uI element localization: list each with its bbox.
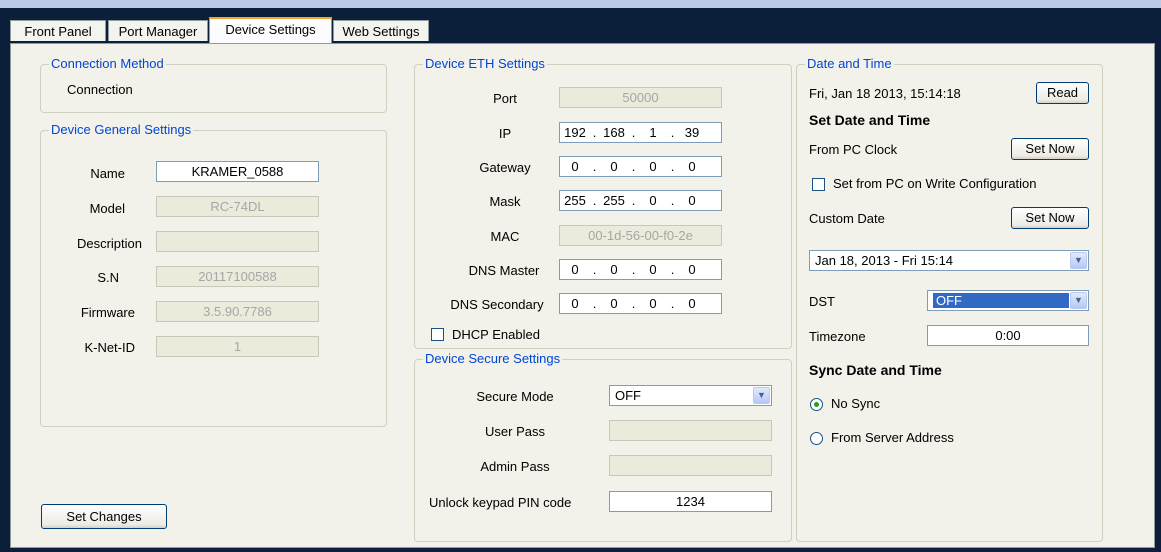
mac-field: 00-1d-56-00-f0-2e (559, 225, 722, 246)
date-time-title: Date and Time (805, 56, 894, 72)
sync-date-time-heading: Sync Date and Time (809, 362, 942, 378)
mask-field[interactable]: 255. 255. 0. 0 (559, 190, 722, 211)
dst-label: DST (809, 294, 835, 309)
knet-id-label: K-Net-ID (84, 340, 135, 355)
mask-octet-3[interactable]: 0 (638, 193, 668, 208)
timezone-field[interactable]: 0:00 (927, 325, 1089, 346)
from-server-radio[interactable] (810, 432, 823, 445)
chevron-down-icon[interactable]: ▼ (1070, 292, 1087, 309)
mask-octet-1[interactable]: 255 (560, 193, 590, 208)
dns-master-octet-3[interactable]: 0 (638, 262, 668, 277)
port-label: Port (493, 91, 517, 106)
set-date-time-heading: Set Date and Time (809, 112, 931, 128)
user-pass-label: User Pass (485, 424, 545, 439)
mask-octet-2[interactable]: 255 (599, 193, 629, 208)
ip-label: IP (498, 126, 512, 141)
dhcp-label: DHCP Enabled (452, 327, 540, 342)
dns-secondary-label: DNS Secondary (450, 297, 544, 312)
gateway-octet-4[interactable]: 0 (677, 159, 707, 174)
tab-web-settings[interactable]: Web Settings (333, 20, 429, 41)
connection-method-group: Connection Method Connection (40, 56, 387, 113)
custom-date-label: Custom Date (809, 211, 885, 226)
dns-master-octet-2[interactable]: 0 (599, 262, 629, 277)
ip-octet-2[interactable]: 168 (599, 125, 629, 140)
ip-octet-1[interactable]: 192 (560, 125, 590, 140)
ip-octet-4[interactable]: 39 (677, 125, 707, 140)
connection-value: Connection (67, 82, 133, 97)
name-field[interactable]: KRAMER_0588 (156, 161, 319, 182)
dns-master-label: DNS Master (468, 263, 540, 278)
description-field (156, 231, 319, 252)
set-changes-button[interactable]: Set Changes (41, 504, 167, 529)
dns-secondary-octet-1[interactable]: 0 (560, 296, 590, 311)
set-on-write-label: Set from PC on Write Configuration (833, 176, 1037, 191)
no-sync-label: No Sync (831, 396, 881, 411)
gateway-field[interactable]: 0. 0. 0. 0 (559, 156, 722, 177)
ip-field[interactable]: 192. 168. 1. 39 (559, 122, 722, 143)
mask-label: Mask (489, 194, 521, 209)
port-field: 50000 (559, 87, 722, 108)
gateway-octet-2[interactable]: 0 (599, 159, 629, 174)
dns-secondary-octet-3[interactable]: 0 (638, 296, 668, 311)
dns-secondary-octet-4[interactable]: 0 (677, 296, 707, 311)
knet-id-field: 1 (156, 336, 319, 357)
tab-port-manager[interactable]: Port Manager (108, 20, 208, 41)
sn-label: S.N (97, 270, 119, 285)
dns-secondary-field[interactable]: 0. 0. 0. 0 (559, 293, 722, 314)
general-settings-title: Device General Settings (49, 122, 194, 138)
current-datetime: Fri, Jan 18 2013, 15:14:18 (809, 86, 961, 101)
device-settings-panel: Connection Method Connection Device Gene… (10, 43, 1155, 548)
dns-secondary-octet-2[interactable]: 0 (599, 296, 629, 311)
timezone-label: Timezone (809, 329, 866, 344)
secure-mode-label: Secure Mode (476, 389, 554, 404)
tab-device-settings[interactable]: Device Settings (209, 17, 332, 43)
from-pc-clock-label: From PC Clock (809, 142, 898, 157)
secure-mode-value: OFF (615, 388, 641, 403)
sn-field: 20117100588 (156, 266, 319, 287)
chevron-down-icon[interactable]: ▼ (753, 387, 770, 404)
pin-label: Unlock keypad PIN code (429, 495, 572, 510)
secure-settings-group: Device Secure Settings Secure Mode OFF ▼… (414, 351, 792, 542)
pin-field[interactable]: 1234 (609, 491, 772, 512)
secure-settings-title: Device Secure Settings (423, 351, 563, 367)
from-server-label: From Server Address (831, 430, 954, 445)
admin-pass-label: Admin Pass (480, 459, 550, 474)
name-label: Name (90, 166, 125, 181)
admin-pass-field (609, 455, 772, 476)
user-pass-field (609, 420, 772, 441)
gateway-label: Gateway (479, 160, 531, 175)
model-field: RC-74DL (156, 196, 319, 217)
date-picker[interactable]: Jan 18, 2013 - Fri 15:14 ▼ (809, 250, 1089, 271)
dst-select[interactable]: OFF ▼ (927, 290, 1089, 311)
dns-master-octet-4[interactable]: 0 (677, 262, 707, 277)
general-settings-group: Device General Settings Name KRAMER_0588… (40, 122, 387, 427)
model-label: Model (89, 201, 125, 216)
gateway-octet-1[interactable]: 0 (560, 159, 590, 174)
calendar-dropdown-icon[interactable]: ▼ (1070, 252, 1087, 269)
connection-method-title: Connection Method (49, 56, 166, 72)
dhcp-checkbox[interactable] (431, 328, 444, 341)
set-on-write-checkbox[interactable] (812, 178, 825, 191)
no-sync-radio[interactable] (810, 398, 823, 411)
title-strip (0, 0, 1161, 8)
eth-settings-group: Device ETH Settings Port 50000 IP 192. 1… (414, 56, 792, 349)
secure-mode-select[interactable]: OFF ▼ (609, 385, 772, 406)
firmware-field: 3.5.90.7786 (156, 301, 319, 322)
date-time-group: Date and Time Fri, Jan 18 2013, 15:14:18… (796, 56, 1103, 542)
read-button[interactable]: Read (1036, 82, 1089, 104)
tab-front-panel[interactable]: Front Panel (10, 20, 106, 41)
dns-master-field[interactable]: 0. 0. 0. 0 (559, 259, 722, 280)
mac-label: MAC (490, 229, 520, 244)
set-now-pc-button[interactable]: Set Now (1011, 138, 1089, 160)
eth-settings-title: Device ETH Settings (423, 56, 547, 72)
mask-octet-4[interactable]: 0 (677, 193, 707, 208)
firmware-label: Firmware (80, 305, 135, 320)
ip-octet-3[interactable]: 1 (638, 125, 668, 140)
description-label: Description (76, 236, 142, 251)
dst-value: OFF (933, 293, 1069, 308)
dns-master-octet-1[interactable]: 0 (560, 262, 590, 277)
set-now-custom-button[interactable]: Set Now (1011, 207, 1089, 229)
gateway-octet-3[interactable]: 0 (638, 159, 668, 174)
date-picker-value: Jan 18, 2013 - Fri 15:14 (815, 253, 954, 268)
